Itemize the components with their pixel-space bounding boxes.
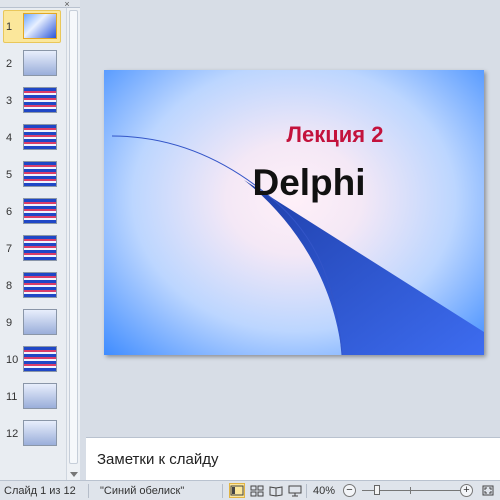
slide-thumbnail-image[interactable] [23,161,57,187]
slide-number: 4 [6,132,13,144]
scroll-down-icon[interactable] [70,472,78,477]
slide-thumbnail-image[interactable] [23,50,57,76]
slide-counter: Слайд 1 из 12 [4,485,76,497]
zoom-slider-tick [410,487,411,494]
slide-thumbnail[interactable]: 2 [0,50,66,78]
slide-number: 5 [6,169,13,181]
slide-thumbnail[interactable]: 7 [0,235,66,263]
slide-thumbnail[interactable]: 1 [0,10,66,43]
slide-canvas[interactable]: Лекция 2 Delphi [104,70,484,355]
slide-number: 9 [6,317,13,329]
slide-decoration [111,135,484,355]
slide-title[interactable]: Лекция 2 [104,122,484,148]
slide-number: 3 [6,95,13,107]
slide-thumbnail-image[interactable] [23,124,57,150]
zoom-level[interactable]: 40% [313,485,335,497]
tab-slides[interactable] [4,0,24,8]
slide-sorter-button[interactable] [249,483,265,498]
slide-thumbnail-image[interactable] [23,272,57,298]
slide-number: 7 [6,243,13,255]
slide-number: 6 [6,206,13,218]
close-pane-icon[interactable]: × [60,0,74,9]
slide-wedge-shape [244,180,484,355]
slide-number: 12 [6,428,19,440]
normal-view-button[interactable] [229,483,245,498]
fit-to-window-icon [482,485,494,496]
slide-thumbnail[interactable]: 5 [0,161,66,189]
slide-thumbnail-image[interactable] [23,309,57,335]
slideshow-icon [288,485,302,497]
reading-view-icon [269,486,283,497]
slide-thumbnail[interactable]: 4 [0,124,66,152]
notes-pane[interactable]: Заметки к слайду [86,437,500,480]
slide-thumbnail[interactable]: 6 [0,198,66,226]
zoom-out-button[interactable]: − [343,484,356,497]
zoom-in-button[interactable]: + [460,484,473,497]
slide-thumbnail[interactable]: 8 [0,272,66,300]
slide-thumbnail-image[interactable] [23,420,57,446]
slide-thumbnail-image[interactable] [23,235,57,261]
slide-thumbnail[interactable]: 10 [0,346,66,374]
theme-name[interactable]: "Синий обелиск" [100,485,184,497]
slide-thumbnail[interactable]: 11 [0,383,66,411]
slide-thumbnail-image[interactable] [23,198,57,224]
slide-edit-area: Лекция 2 Delphi [86,0,500,437]
status-separator [306,484,307,498]
slide-number: 1 [6,21,13,33]
slide-thumbnail-image[interactable] [23,13,57,39]
slide-thumbnail[interactable]: 12 [0,420,66,448]
zoom-slider-knob[interactable] [374,485,380,495]
reading-view-button[interactable] [268,483,284,498]
slide-thumbnail-image[interactable] [23,346,57,372]
slides-thumbnail-pane: × 1 2 3 4 5 6 7 8 9 10 11 12 [0,0,80,480]
slide-thumbnail-image[interactable] [23,383,57,409]
slide-number: 2 [6,58,13,70]
thumbnail-scrollbar[interactable] [66,8,80,480]
status-separator [88,484,89,498]
slide-thumbnail[interactable]: 9 [0,309,66,337]
normal-view-icon [230,485,244,496]
notes-placeholder[interactable]: Заметки к слайду [97,451,219,468]
slide-number: 11 [6,391,18,403]
slide-number: 10 [6,354,19,366]
scrollbar-thumb[interactable] [69,10,78,464]
slideshow-button[interactable] [287,483,303,498]
slide-sorter-icon [250,485,264,497]
slide-number: 8 [6,280,13,292]
status-bar: Слайд 1 из 12 "Синий обелиск" 40% − + [0,480,500,500]
fit-slide-button[interactable] [480,483,496,498]
pane-tabs: × [0,0,80,9]
slide-subtitle[interactable]: Delphi [104,162,484,204]
slide-thumbnail[interactable]: 3 [0,87,66,115]
slide-thumbnail-image[interactable] [23,87,57,113]
status-separator [222,484,223,498]
